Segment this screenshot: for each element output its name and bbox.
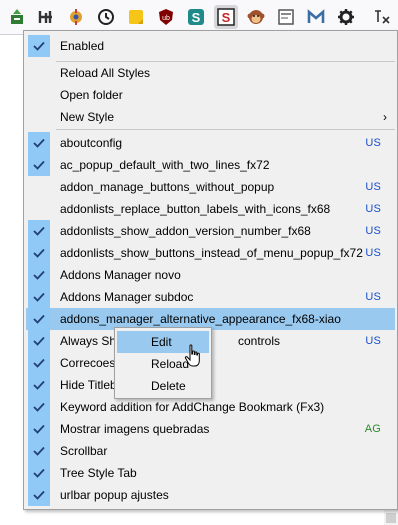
ublock-icon[interactable]: ub <box>154 5 178 29</box>
scrollbar-corner[interactable] <box>386 513 396 523</box>
style-item-label: Mostrar imagens quebradas <box>60 422 210 436</box>
check-icon <box>28 308 50 330</box>
check-icon <box>28 264 50 286</box>
svg-text:ub: ub <box>162 15 170 22</box>
check-icon <box>28 484 50 506</box>
check-icon <box>28 396 50 418</box>
style-item[interactable]: aboutconfig US <box>26 132 395 154</box>
sticky-note-icon[interactable] <box>124 5 148 29</box>
monkey-icon[interactable] <box>244 5 268 29</box>
style-item[interactable]: urlbar popup ajustes <box>26 484 395 506</box>
check-icon <box>28 242 50 264</box>
check-icon <box>28 440 50 462</box>
style-item[interactable]: Tree Style Tab <box>26 462 395 484</box>
style-item-label: addonlists_show_buttons_instead_of_menu_… <box>60 246 363 260</box>
delete-menu-item[interactable]: Delete <box>117 375 209 397</box>
svg-text:S: S <box>192 10 201 25</box>
styles-menu: Enabled Reload All Styles Open folder Ne… <box>23 30 398 510</box>
menu-item-enabled[interactable]: Enabled <box>26 35 395 57</box>
menu-item-open-folder[interactable]: Open folder <box>26 84 395 106</box>
style-item-tag: US <box>365 335 381 347</box>
style-item-label: Correcoes <box>60 356 116 370</box>
check-icon <box>28 374 50 396</box>
style-item-label: Addons Manager novo <box>60 268 181 282</box>
chevron-right-icon: › <box>383 110 387 124</box>
style-item[interactable]: Addons Manager novo <box>26 264 395 286</box>
stylish-s-icon[interactable]: S <box>184 5 208 29</box>
menu-item-label: New Style <box>60 110 115 124</box>
menu-separator <box>56 129 395 130</box>
style-item-label: addon_manage_buttons_without_popup <box>60 180 275 194</box>
gmail-m-icon[interactable] <box>304 5 328 29</box>
style-item[interactable]: Addons Manager subdoc US <box>26 286 395 308</box>
style-item-label: Keyword addition for AddChange Bookmark … <box>60 400 325 414</box>
style-item-tag: US <box>365 225 381 237</box>
style-item[interactable]: ac_popup_default_with_two_lines_fx72 <box>26 154 395 176</box>
style-item-label: Hide Titleb <box>60 378 117 392</box>
style-item-tag: US <box>365 137 381 149</box>
style-item-label: addonlists_replace_button_labels_with_ic… <box>60 202 331 216</box>
gear-icon[interactable] <box>334 5 358 29</box>
style-item-label: addonlists_show_addon_version_number_fx6… <box>60 224 311 238</box>
style-item-tag: US <box>365 181 381 193</box>
check-icon <box>28 286 50 308</box>
style-item[interactable]: Scrollbar <box>26 440 395 462</box>
hand-cursor-icon <box>184 344 200 367</box>
menu-item-new-style[interactable]: New Style › <box>26 106 395 128</box>
style-item-label: Addons Manager subdoc <box>60 290 194 304</box>
check-icon <box>28 132 50 154</box>
style-item-label: aboutconfig <box>60 136 123 150</box>
style-item-label: urlbar popup ajustes <box>60 488 169 502</box>
check-icon <box>28 330 50 352</box>
style-item-tag: US <box>365 203 381 215</box>
style-item[interactable]: addon_manage_buttons_without_popup US <box>26 176 395 198</box>
edit-label: Edit <box>151 335 172 349</box>
puzzle-gear-icon[interactable] <box>64 5 88 29</box>
check-icon <box>28 462 50 484</box>
menu-item-label: Open folder <box>60 88 123 102</box>
style-item-label: Scrollbar <box>60 444 108 458</box>
clock-icon[interactable] <box>94 5 118 29</box>
check-icon <box>28 35 50 57</box>
delete-label: Delete <box>151 379 186 393</box>
check-icon <box>28 352 50 374</box>
sort-icon[interactable] <box>370 5 394 29</box>
style-item[interactable]: Mostrar imagens quebradas AG <box>26 418 395 440</box>
style-item[interactable]: addonlists_show_addon_version_number_fx6… <box>26 220 395 242</box>
style-item-tag: US <box>365 247 381 259</box>
style-item-tag: AG <box>364 423 381 435</box>
page-icon[interactable] <box>274 5 298 29</box>
style-item-label-tail: controls <box>238 334 281 348</box>
check-icon <box>28 220 50 242</box>
check-icon <box>28 154 50 176</box>
style-item[interactable]: addonlists_replace_button_labels_with_ic… <box>26 198 395 220</box>
style-item-tag: US <box>365 291 381 303</box>
menu-item-label: Enabled <box>60 39 105 53</box>
menu-item-reload-all[interactable]: Reload All Styles <box>26 62 395 84</box>
style-item[interactable]: addonlists_show_buttons_instead_of_menu_… <box>26 242 395 264</box>
style-item-label: Tree Style Tab <box>60 466 137 480</box>
style-item[interactable]: Keyword addition for AddChange Bookmark … <box>26 396 395 418</box>
check-icon <box>28 418 50 440</box>
svg-text:S: S <box>222 10 231 25</box>
extension-save-icon[interactable] <box>5 5 29 29</box>
h-tool-icon[interactable] <box>34 5 58 29</box>
style-item-label: ac_popup_default_with_two_lines_fx72 <box>60 158 270 172</box>
stylus-s-icon[interactable]: S <box>214 5 238 29</box>
menu-item-label: Reload All Styles <box>60 66 151 80</box>
